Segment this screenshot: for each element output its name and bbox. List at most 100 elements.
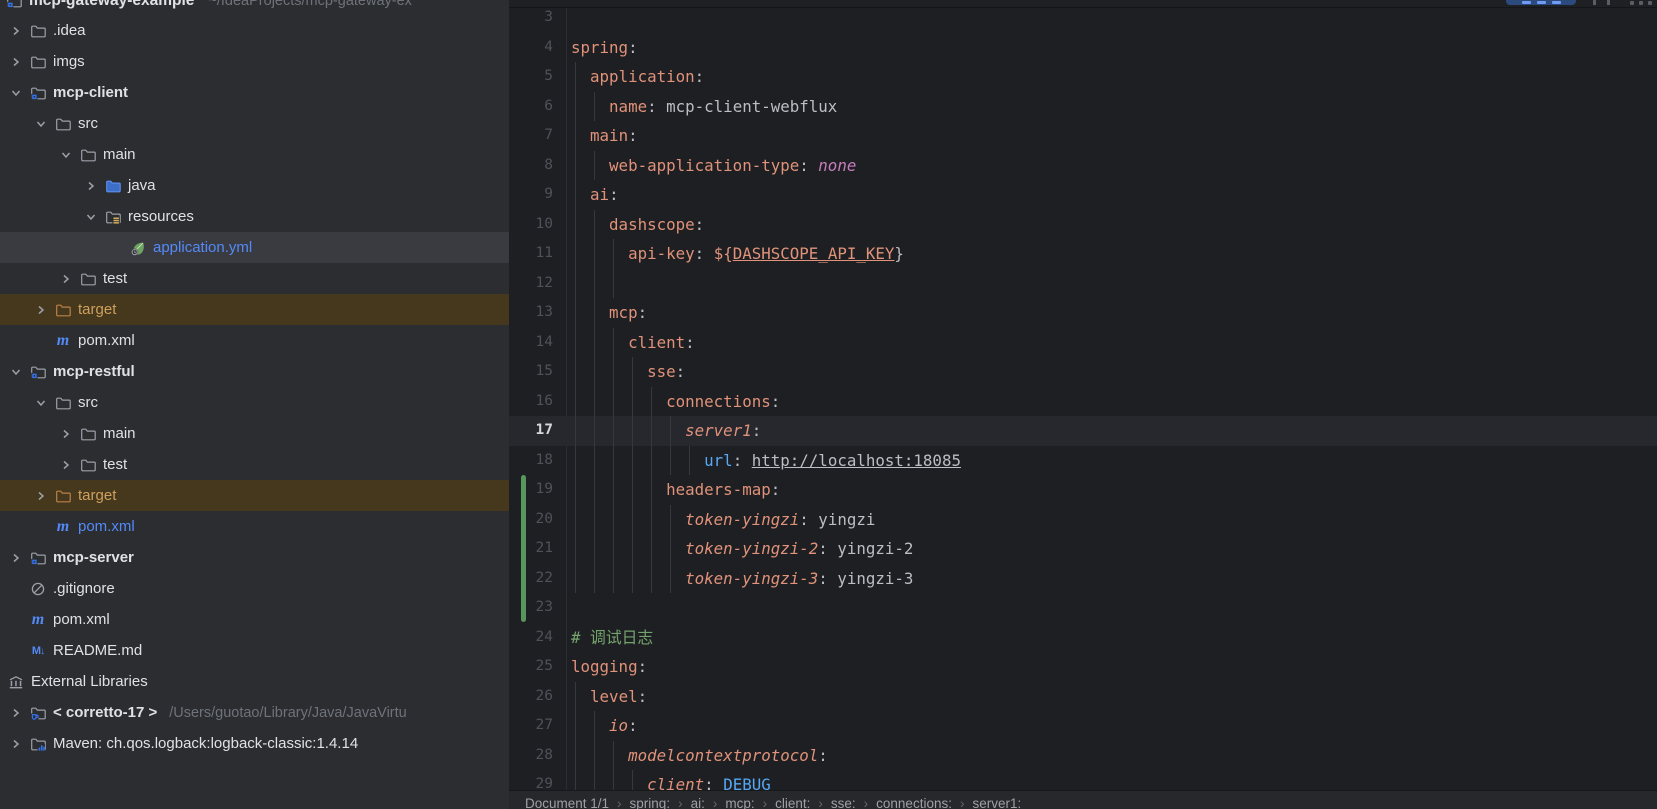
line-number[interactable]: 26 bbox=[509, 682, 553, 712]
tree-row[interactable]: m pom.xml bbox=[0, 604, 509, 635]
line-number[interactable]: 9 bbox=[509, 180, 553, 210]
code-line[interactable]: 5 application: bbox=[509, 62, 1657, 92]
code-line[interactable]: 4 spring: bbox=[509, 33, 1657, 63]
breadcrumb-item[interactable]: connections: bbox=[876, 796, 952, 809]
tree-row[interactable]: m pom.xml bbox=[0, 325, 509, 356]
code-line[interactable]: 13 mcp: bbox=[509, 298, 1657, 328]
line-number[interactable]: 12 bbox=[509, 269, 553, 299]
line-number[interactable]: 19 bbox=[509, 475, 553, 505]
code-line[interactable]: 7 main: bbox=[509, 121, 1657, 151]
chevron-right-icon[interactable] bbox=[8, 54, 30, 70]
tree-row[interactable]: mcp-server bbox=[0, 542, 509, 573]
chevron-right-icon[interactable] bbox=[8, 705, 30, 721]
code-line[interactable]: 17 server1: bbox=[509, 416, 1657, 446]
line-number[interactable]: 23 bbox=[509, 593, 553, 623]
tree-row[interactable]: target bbox=[0, 294, 509, 325]
line-number[interactable]: 13 bbox=[509, 298, 553, 328]
tree-row[interactable]: < corretto-17 > /Users/guotao/Library/Jav… bbox=[0, 697, 509, 728]
tree-row[interactable]: imgs bbox=[0, 46, 509, 77]
more-options-icon[interactable] bbox=[1630, 1, 1652, 5]
line-number[interactable]: 28 bbox=[509, 741, 553, 771]
chevron-right-icon[interactable] bbox=[33, 488, 55, 504]
code-line[interactable]: 12 bbox=[509, 268, 1657, 299]
code-line[interactable]: 28 modelcontextprotocol: bbox=[509, 740, 1657, 771]
tree-row[interactable]: test bbox=[0, 449, 509, 480]
breadcrumb-item[interactable]: sse: bbox=[831, 796, 856, 809]
chevron-right-icon[interactable] bbox=[58, 271, 80, 287]
code-line[interactable]: 16 connections: bbox=[509, 386, 1657, 417]
line-number[interactable]: 7 bbox=[509, 121, 553, 151]
tree-row[interactable]: resources bbox=[0, 201, 509, 232]
chevron-right-icon[interactable] bbox=[8, 23, 30, 39]
chevron-right-icon[interactable] bbox=[33, 302, 55, 318]
line-number[interactable]: 20 bbox=[509, 505, 553, 535]
code-line[interactable]: 6 name: mcp-client-webflux bbox=[509, 91, 1657, 122]
tree-row[interactable]: application.yml bbox=[0, 232, 509, 263]
chevron-right-icon[interactable] bbox=[8, 736, 30, 752]
chevron-down-icon[interactable] bbox=[58, 147, 80, 163]
tree-row[interactable]: mcp-restful bbox=[0, 356, 509, 387]
breadcrumb-item[interactable]: spring: bbox=[630, 796, 671, 809]
code-line[interactable]: 23 bbox=[509, 593, 1657, 623]
chevron-right-icon[interactable] bbox=[8, 550, 30, 566]
line-number[interactable]: 14 bbox=[509, 328, 553, 358]
tree-row[interactable]: test bbox=[0, 263, 509, 294]
line-number[interactable]: 16 bbox=[509, 387, 553, 417]
editor-pane[interactable]: 3 4 spring: 5 application: 6 name: mcp-clien… bbox=[509, 0, 1657, 809]
tree-row[interactable]: target bbox=[0, 480, 509, 511]
breadcrumb-item[interactable]: ai: bbox=[691, 796, 705, 809]
code-line[interactable]: 24 # 调试日志 bbox=[509, 623, 1657, 653]
line-number[interactable]: 17 bbox=[509, 416, 553, 446]
tree-row[interactable]: java bbox=[0, 170, 509, 201]
tree-row[interactable]: main bbox=[0, 418, 509, 449]
tree-row[interactable]: .gitignore bbox=[0, 573, 509, 604]
code-line[interactable]: 10 dashscope: bbox=[509, 209, 1657, 240]
line-number[interactable]: 24 bbox=[509, 623, 553, 653]
chevron-down-icon[interactable] bbox=[33, 116, 55, 132]
breadcrumb-item[interactable]: server1: bbox=[972, 796, 1021, 809]
chevron-down-icon[interactable] bbox=[8, 85, 30, 101]
code-line[interactable]: 22 token-yingzi-3: yingzi-3 bbox=[509, 563, 1657, 594]
line-number[interactable]: 15 bbox=[509, 357, 553, 387]
code-line[interactable]: 14 client: bbox=[509, 327, 1657, 358]
tree-row[interactable]: main bbox=[0, 139, 509, 170]
code-line[interactable]: 9 ai: bbox=[509, 180, 1657, 210]
code-line[interactable]: 8 web-application-type: none bbox=[509, 150, 1657, 181]
chevron-right-icon[interactable] bbox=[58, 426, 80, 442]
code-line[interactable]: 21 token-yingzi-2: yingzi-2 bbox=[509, 534, 1657, 564]
tree-row[interactable]: .idea bbox=[0, 15, 509, 46]
line-number[interactable]: 21 bbox=[509, 534, 553, 564]
chevron-right-icon[interactable] bbox=[58, 457, 80, 473]
line-number[interactable]: 5 bbox=[509, 62, 553, 92]
code-area[interactable]: 3 4 spring: 5 application: 6 name: mcp-clien… bbox=[509, 3, 1657, 800]
line-number[interactable]: 18 bbox=[509, 446, 553, 476]
chevron-down-icon[interactable] bbox=[33, 395, 55, 411]
breadcrumb-item[interactable]: client: bbox=[775, 796, 810, 809]
code-line[interactable]: 25 logging: bbox=[509, 652, 1657, 682]
tree-row[interactable]: External Libraries bbox=[0, 666, 509, 697]
code-line[interactable]: 11 api-key: ${DASHSCOPE_API_KEY} bbox=[509, 239, 1657, 269]
project-title-row[interactable]: mcp-gateway-example ~/IdeaProjects/mcp-g… bbox=[0, 0, 509, 16]
code-line[interactable]: 20 token-yingzi: yingzi bbox=[509, 504, 1657, 535]
line-number[interactable]: 27 bbox=[509, 711, 553, 741]
run-configuration-chip[interactable] bbox=[1506, 0, 1576, 5]
chevron-right-icon[interactable] bbox=[83, 178, 105, 194]
code-line[interactable]: 15 sse: bbox=[509, 357, 1657, 387]
code-line[interactable]: 18 url: http://localhost:18085 bbox=[509, 445, 1657, 476]
tree-row[interactable]: src bbox=[0, 108, 509, 139]
chevron-down-icon[interactable] bbox=[83, 209, 105, 225]
line-number[interactable]: 22 bbox=[509, 564, 553, 594]
line-number[interactable]: 10 bbox=[509, 210, 553, 240]
line-number[interactable]: 8 bbox=[509, 151, 553, 181]
tree-row[interactable]: m pom.xml bbox=[0, 511, 509, 542]
chevron-down-icon[interactable] bbox=[8, 364, 30, 380]
tree-row[interactable]: M↓ README.md bbox=[0, 635, 509, 666]
code-line[interactable]: 26 level: bbox=[509, 681, 1657, 712]
code-line[interactable]: 27 io: bbox=[509, 711, 1657, 741]
line-number[interactable]: 25 bbox=[509, 652, 553, 682]
line-number[interactable]: 4 bbox=[509, 33, 553, 63]
tree-row[interactable]: Maven: ch.qos.logback:logback-classic:1.… bbox=[0, 728, 509, 759]
tree-row[interactable]: mcp-client bbox=[0, 77, 509, 108]
line-number[interactable]: 6 bbox=[509, 92, 553, 122]
code-line[interactable]: 19 headers-map: bbox=[509, 475, 1657, 505]
